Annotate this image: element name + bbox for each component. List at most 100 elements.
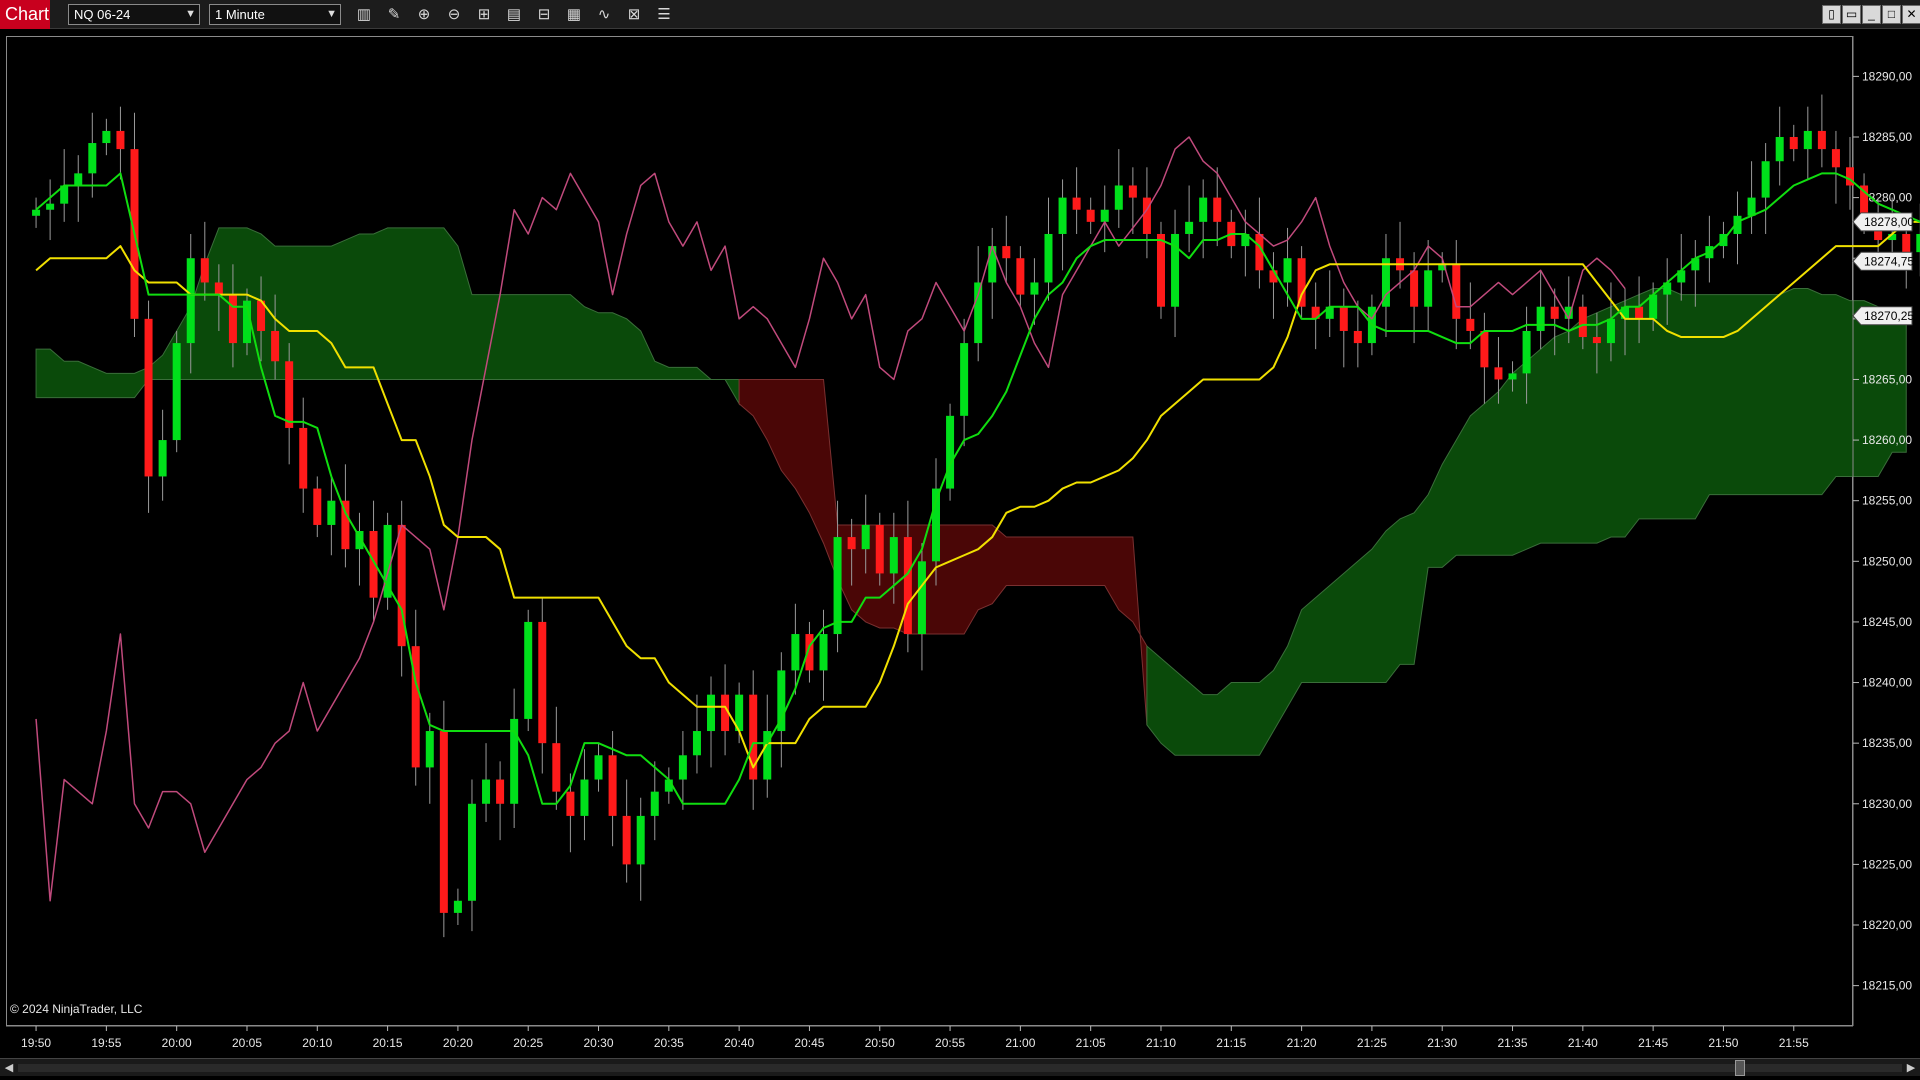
x-axis: 19:50 19:55 20:00 20:05 20:10 20:15 20:20 20:25… <box>6 1025 1853 1050</box>
up-candle <box>467 803 476 901</box>
x-tick-label: 21:10 <box>1146 1036 1176 1050</box>
y-tick-label: 18220,00 <box>1862 918 1912 932</box>
y-tick-label: 18245,00 <box>1862 615 1912 629</box>
down-candle <box>1635 306 1644 319</box>
up-candle <box>1199 197 1208 222</box>
scroll-track[interactable] <box>18 1064 1902 1072</box>
up-candle <box>158 440 167 477</box>
up-candle <box>327 500 336 525</box>
y-tick-label: 18265,00 <box>1862 372 1912 386</box>
y-tick-label: 18285,00 <box>1862 130 1912 144</box>
horizontal-scrollbar[interactable]: ◀ ▶ <box>0 1058 1920 1076</box>
y-axis: 18290,0018285,0018280,0018275,0018270,00… <box>1852 36 1912 1026</box>
up-candle <box>74 173 83 186</box>
x-tick-label: 20:55 <box>935 1036 965 1050</box>
down-candle <box>552 743 561 792</box>
scroll-right-icon[interactable]: ▶ <box>1904 1061 1918 1075</box>
price-chart[interactable]: 19:50 19:55 20:00 20:05 20:10 20:15 20:20 20:25… <box>0 0 1920 1058</box>
up-candle <box>692 731 701 756</box>
x-tick-label: 21:50 <box>1708 1036 1738 1050</box>
down-candle <box>1156 233 1165 307</box>
x-tick-label: 21:00 <box>1005 1036 1035 1050</box>
y-tick-label: 18260,00 <box>1862 433 1912 447</box>
down-candle <box>1789 136 1798 150</box>
down-candle <box>439 731 448 913</box>
down-candle <box>144 318 153 477</box>
x-tick-label: 20:40 <box>724 1036 754 1050</box>
x-tick-label: 21:30 <box>1427 1036 1457 1050</box>
y-tick-label: 18290,00 <box>1862 69 1912 83</box>
down-candle <box>313 488 322 525</box>
x-tick-label: 20:05 <box>232 1036 262 1050</box>
down-candle <box>228 294 237 344</box>
up-candle <box>1536 306 1545 331</box>
up-candle <box>1747 197 1756 216</box>
up-candle <box>172 343 181 441</box>
down-candle <box>566 791 575 816</box>
up-candle <box>102 130 111 144</box>
price-label-text: 18274,75 <box>1864 254 1914 268</box>
y-tick-label: 18250,00 <box>1862 554 1912 568</box>
y-tick-label: 18215,00 <box>1862 979 1912 993</box>
up-candle <box>889 537 898 574</box>
up-candle <box>861 524 870 550</box>
x-tick-label: 20:35 <box>654 1036 684 1050</box>
down-candle <box>1002 246 1011 259</box>
y-tick-label: 18255,00 <box>1862 494 1912 508</box>
up-candle <box>974 282 983 344</box>
up-candle <box>819 634 828 671</box>
down-candle <box>1592 337 1601 344</box>
down-candle <box>1466 318 1475 331</box>
down-candle <box>1297 258 1306 307</box>
price-labels: 18278,00 18274,75 18270,25 <box>1852 212 1914 326</box>
down-candle <box>1831 149 1840 168</box>
down-candle <box>1452 264 1461 319</box>
up-candle <box>1185 221 1194 234</box>
up-candle <box>32 209 41 216</box>
down-candle <box>538 621 547 744</box>
up-candle <box>636 815 645 865</box>
up-candle <box>1761 161 1770 198</box>
down-candle <box>1410 270 1419 307</box>
up-candle <box>46 203 55 210</box>
down-candle <box>1016 258 1025 295</box>
up-candle <box>707 694 716 732</box>
x-tick-label: 21:55 <box>1779 1036 1809 1050</box>
down-candle <box>1353 330 1362 344</box>
up-candle <box>1114 185 1123 210</box>
down-candle <box>1578 306 1587 338</box>
up-candle <box>650 791 659 816</box>
scroll-thumb[interactable] <box>1735 1060 1745 1076</box>
y-tick-label: 18230,00 <box>1862 797 1912 811</box>
x-tick-label: 21:20 <box>1287 1036 1317 1050</box>
up-candle <box>580 779 589 816</box>
x-tick-label: 20:45 <box>794 1036 824 1050</box>
x-tick-label: 20:00 <box>162 1036 192 1050</box>
x-tick-label: 20:15 <box>373 1036 403 1050</box>
up-candle <box>186 258 195 344</box>
down-candle <box>1213 197 1222 222</box>
down-candle <box>875 524 884 574</box>
x-tick-label: 20:50 <box>865 1036 895 1050</box>
down-candle <box>903 537 912 635</box>
down-candle <box>271 330 280 362</box>
up-candle <box>88 143 97 174</box>
down-candle <box>847 537 856 550</box>
up-candle <box>524 621 533 719</box>
x-tick-label: 20:25 <box>513 1036 543 1050</box>
scroll-left-icon[interactable]: ◀ <box>2 1061 16 1075</box>
down-candle <box>1550 306 1559 319</box>
up-candle <box>1522 330 1531 374</box>
down-candle <box>496 779 505 804</box>
down-candle <box>116 130 125 150</box>
y-tick-label: 18235,00 <box>1862 736 1912 750</box>
down-candle <box>214 282 223 295</box>
up-candle <box>1058 197 1067 234</box>
down-candle <box>1072 197 1081 210</box>
x-tick-label: 20:20 <box>443 1036 473 1050</box>
up-candle <box>1044 233 1053 283</box>
up-candle <box>594 755 603 780</box>
down-candle <box>200 258 209 283</box>
up-candle <box>1100 209 1109 222</box>
down-candle <box>1494 367 1503 380</box>
